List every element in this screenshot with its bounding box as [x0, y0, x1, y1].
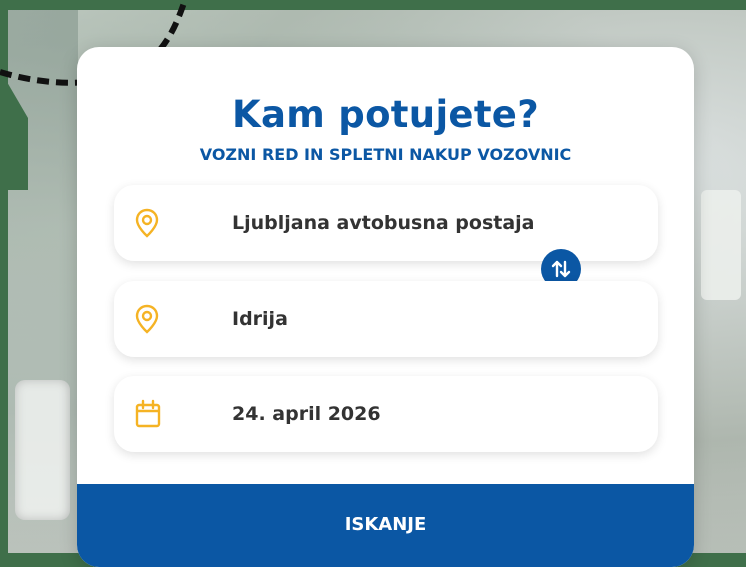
calendar-icon	[134, 399, 161, 429]
departure-value: Ljubljana avtobusna postaja	[232, 212, 535, 234]
destination-value: Idrija	[232, 308, 288, 330]
search-button[interactable]: ISKANJE	[77, 484, 694, 567]
location-pin-icon	[134, 208, 160, 238]
search-card: Kam potujete? VOZNI RED IN SPLETNI NAKUP…	[77, 47, 694, 567]
background-bus	[15, 380, 70, 520]
location-pin-icon	[134, 304, 160, 334]
departure-field[interactable]: Ljubljana avtobusna postaja	[114, 185, 658, 261]
background-building-right	[701, 190, 741, 300]
page-title: Kam potujete?	[232, 93, 539, 136]
page-subtitle: VOZNI RED IN SPLETNI NAKUP VOZOVNIC	[199, 145, 572, 164]
frame-top	[0, 0, 746, 10]
date-field[interactable]: 24. april 2026	[114, 376, 658, 452]
destination-field[interactable]: Idrija	[114, 281, 658, 357]
date-value: 24. april 2026	[232, 403, 381, 425]
swap-arrows-icon	[551, 260, 571, 278]
